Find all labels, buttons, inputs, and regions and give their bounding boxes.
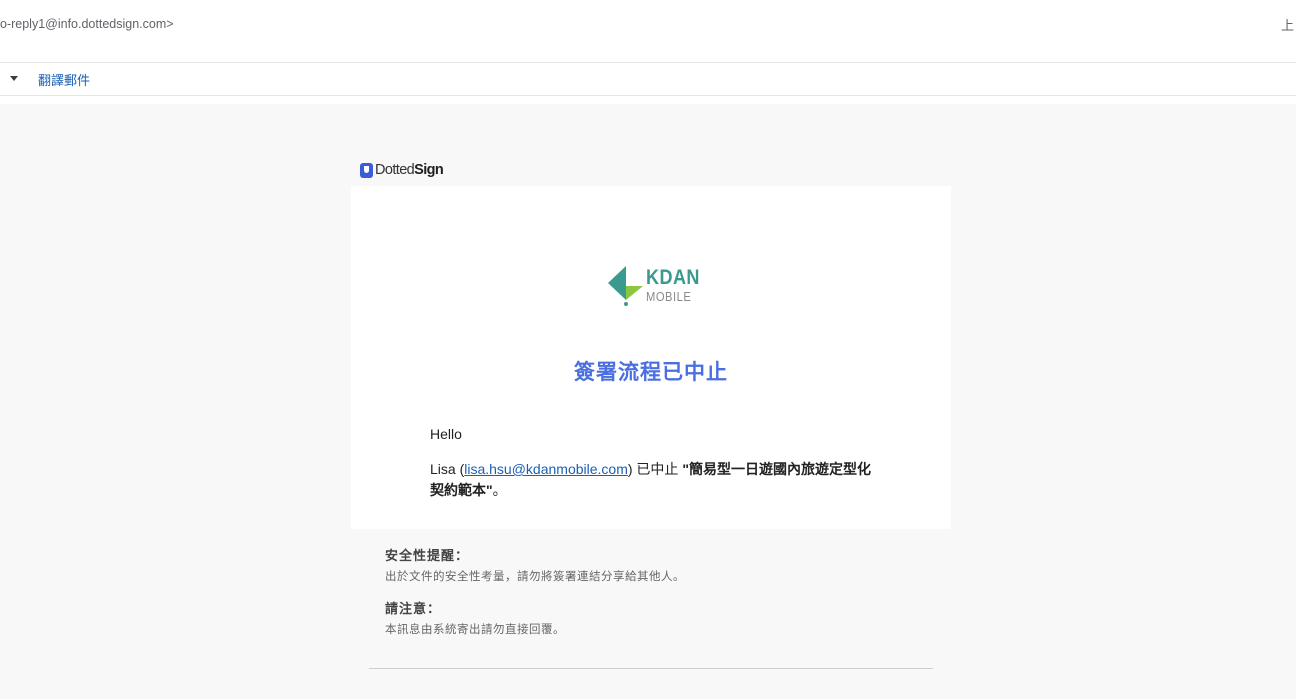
security-heading: 安全性提醒： [385, 549, 470, 564]
signer-email-link[interactable]: lisa.hsu@kdanmobile.com [464, 461, 628, 477]
paren-open: ( [455, 461, 465, 477]
sender-address: o-reply1@info.dottedsign.com> [0, 17, 174, 31]
kdan-mark-icon [608, 266, 643, 306]
translate-toolbar: 翻譯郵件 [0, 63, 1296, 96]
signer-name: Lisa [430, 461, 456, 477]
wordmark-prefix: Dotted [375, 162, 415, 178]
translate-message-link[interactable]: 翻譯郵件 [38, 70, 90, 89]
dottedsign-mark-icon [360, 162, 373, 178]
kdan-name: KDAN [646, 266, 700, 289]
security-notice: 安全性提醒： 出於文件的安全性考量，請勿將簽署連結分享給其他人。 [385, 545, 685, 584]
sentence-end: 。 [492, 482, 507, 498]
dottedsign-wordmark: DottedSign [375, 162, 444, 178]
greeting: Hello [430, 426, 462, 442]
reply-text: 本訊息由系統寄出請勿直接回覆。 [385, 622, 565, 636]
email-card: KDAN MOBILE 簽署流程已中止 Hello Lisa (lisa.hsu… [351, 186, 951, 529]
kdan-subtitle: MOBILE [646, 289, 692, 304]
header-right-label: 上 [1280, 19, 1294, 34]
sender-header: o-reply1@info.dottedsign.com> 上 [0, 0, 1296, 63]
security-text: 出於文件的安全性考量，請勿將簽署連結分享給其他人。 [385, 569, 685, 583]
wordmark-suffix: Sign [414, 162, 444, 178]
cancellation-message: Lisa (lisa.hsu@kdanmobile.com) 已中止 "簡易型一… [430, 459, 880, 501]
email-title: 簽署流程已中止 [574, 360, 728, 384]
action-text: ) 已中止 [627, 461, 683, 477]
chevron-down-icon[interactable] [10, 76, 18, 81]
reply-notice: 請注意： 本訊息由系統寄出請勿直接回覆。 [385, 598, 565, 637]
kdan-mobile-logo: KDAN MOBILE [606, 264, 701, 309]
email-view: o-reply1@info.dottedsign.com> 上 翻譯郵件 Dot… [0, 0, 1296, 699]
footer-divider [369, 668, 933, 669]
dottedsign-logo: DottedSign [360, 161, 444, 179]
reply-heading: 請注意： [385, 602, 442, 617]
